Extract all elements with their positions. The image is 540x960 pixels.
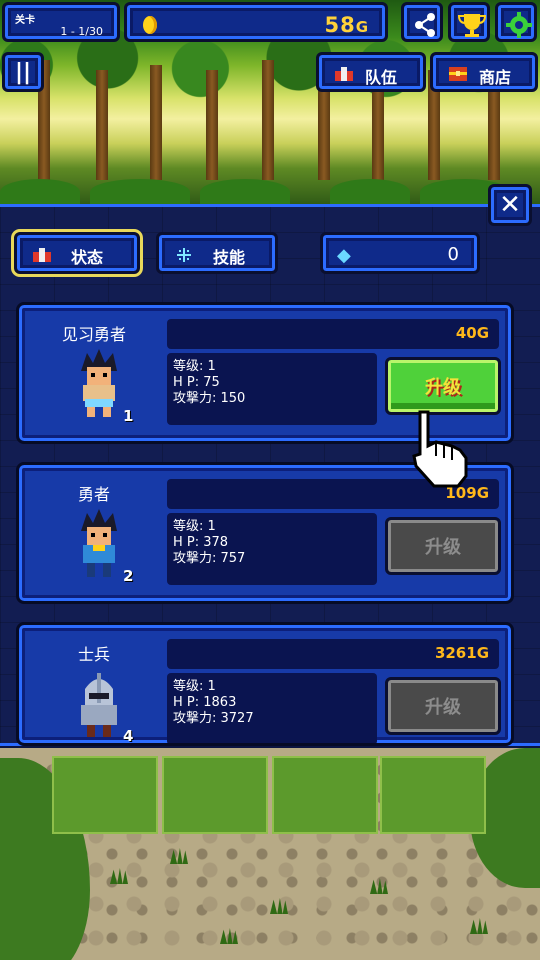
gem-amount: 0 — [447, 244, 459, 265]
hero-level: 等级: 1 — [173, 519, 216, 534]
hero-rank: 2 — [123, 567, 134, 585]
bush — [330, 179, 410, 205]
upgrade-button[interactable]: 升级 — [385, 677, 501, 735]
tree-trunk — [206, 70, 218, 180]
hero-attack: 攻撃力: 150 — [173, 391, 246, 406]
hero-attack: 攻撃力: 3727 — [173, 711, 254, 726]
gem-counter: ◆ 0 — [320, 232, 480, 274]
hero-hp: H P: 378 — [173, 535, 229, 550]
hero-name: 见习勇者 — [61, 325, 126, 344]
upgrade-label: 升级 — [425, 697, 461, 718]
hero-rank: 1 — [123, 407, 134, 425]
hero-name: 勇者 — [77, 485, 110, 504]
upgrade-cost-bar: 3261G — [167, 639, 499, 669]
tab-status[interactable]: 状态 — [14, 232, 140, 274]
close-icon: ✕ — [499, 190, 521, 220]
stage-label: 关卡 — [15, 15, 35, 26]
shop-label: 商店 — [479, 68, 512, 87]
stage-indicator: 关卡 1 - 1/30 — [2, 2, 120, 42]
apprentice-hero-sprite — [81, 349, 117, 417]
pause-icon: || — [14, 60, 32, 85]
gold-amount: 58G — [324, 13, 369, 37]
shop-button[interactable]: 商店 — [430, 52, 538, 92]
tree-trunk — [96, 70, 108, 180]
upgrade-cost-bar: 40G — [167, 319, 499, 349]
hero-level: 等级: 1 — [173, 679, 216, 694]
hero-name: 士兵 — [77, 645, 110, 664]
bush — [90, 179, 190, 205]
hero-level: 等级: 1 — [173, 359, 216, 374]
upgrade-button[interactable]: 升级 — [385, 517, 501, 575]
tab-status-label: 状态 — [71, 248, 104, 267]
deploy-slot[interactable] — [162, 756, 268, 834]
gold-counter: 58G — [124, 2, 388, 42]
team-button[interactable]: 队伍 — [316, 52, 426, 92]
team-icon — [335, 67, 353, 81]
grass-tuft — [470, 918, 488, 934]
upgrade-label: 升级 — [425, 537, 461, 558]
hero-sprite — [81, 509, 117, 577]
pointer-hand-icon — [412, 410, 468, 488]
hero-attack: 攻撃力: 757 — [173, 551, 246, 566]
close-button[interactable]: ✕ — [488, 184, 532, 226]
trophy-icon — [457, 14, 487, 37]
grass-tuft — [270, 898, 288, 914]
hero-stats: 等级: 1 H P: 378 攻撃力: 757 — [167, 513, 377, 585]
upgrade-cost: 3261G — [434, 644, 489, 662]
tree-trunk — [150, 65, 162, 180]
settings-button[interactable] — [495, 2, 537, 42]
hero-stats: 等级: 1 H P: 1863 攻撃力: 3727 — [167, 673, 377, 743]
upgrade-cost: 40G — [455, 324, 489, 342]
chest-icon — [449, 67, 467, 81]
grass-tuft — [370, 878, 388, 894]
share-icon — [415, 13, 435, 37]
deploy-slot[interactable] — [52, 756, 158, 834]
hero-hp: H P: 75 — [173, 375, 220, 390]
sparkle-icon — [177, 248, 191, 262]
bush — [200, 179, 290, 205]
deploy-slot[interactable] — [380, 756, 486, 834]
upgrade-label: 升级 — [425, 377, 461, 398]
team-label: 队伍 — [365, 68, 398, 87]
hero-hp: H P: 1863 — [173, 695, 237, 710]
hero-card-2: 士兵 3261G 4 等级: 1 H P: 1863 攻撃力: 3727 升级 — [16, 622, 514, 746]
grass-tuft — [170, 848, 188, 864]
gear-icon — [506, 12, 532, 38]
soldier-sprite — [81, 673, 117, 737]
diamond-icon: ◆ — [337, 245, 351, 266]
bush — [0, 179, 80, 205]
trophy-button[interactable] — [448, 2, 490, 42]
pause-button[interactable]: || — [2, 52, 44, 92]
deploy-slot[interactable] — [272, 756, 378, 834]
coin-icon — [143, 16, 157, 34]
battlefield-ground — [0, 748, 540, 960]
grass-tuft — [110, 868, 128, 884]
tab-skills[interactable]: 技能 — [156, 232, 278, 274]
tree-trunk — [262, 60, 274, 180]
team-icon — [33, 248, 51, 262]
grass-tuft — [220, 928, 238, 944]
stage-progress: 1 - 1/30 — [60, 25, 103, 38]
tab-skills-label: 技能 — [213, 248, 246, 267]
share-button[interactable] — [401, 2, 443, 42]
hero-stats: 等级: 1 H P: 75 攻撃力: 150 — [167, 353, 377, 425]
hero-rank: 4 — [123, 727, 134, 745]
